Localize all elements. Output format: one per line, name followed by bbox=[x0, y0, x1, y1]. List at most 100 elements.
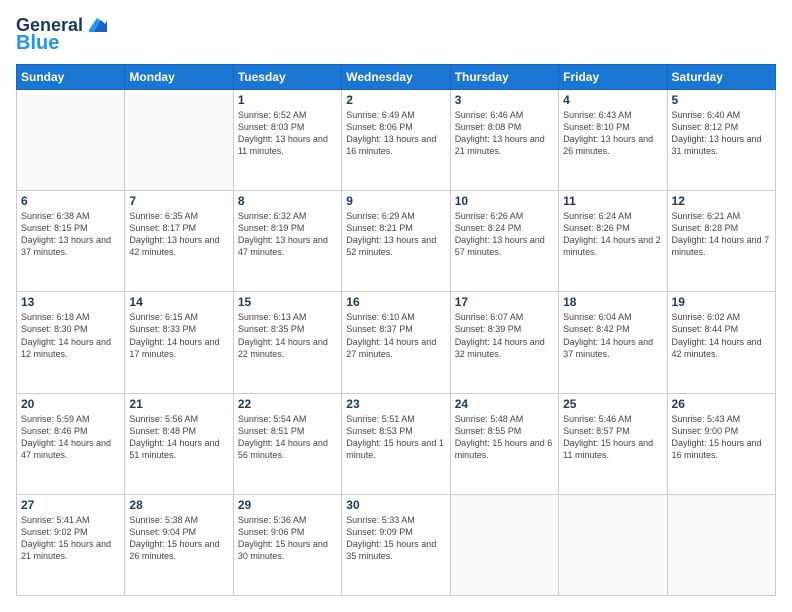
day-info: Sunrise: 5:48 AM Sunset: 8:55 PM Dayligh… bbox=[455, 413, 554, 462]
calendar-cell: 20 Sunrise: 5:59 AM Sunset: 8:46 PM Dayli… bbox=[17, 393, 125, 494]
header: General Blue bbox=[16, 16, 776, 54]
day-header-wednesday: Wednesday bbox=[342, 64, 450, 89]
day-number: 2 bbox=[346, 93, 445, 107]
day-number: 15 bbox=[238, 295, 337, 309]
day-info: Sunrise: 5:43 AM Sunset: 9:00 PM Dayligh… bbox=[672, 413, 771, 462]
day-info: Sunrise: 6:38 AM Sunset: 8:15 PM Dayligh… bbox=[21, 210, 120, 259]
day-info: Sunrise: 6:43 AM Sunset: 8:10 PM Dayligh… bbox=[563, 109, 662, 158]
day-info: Sunrise: 6:04 AM Sunset: 8:42 PM Dayligh… bbox=[563, 311, 662, 360]
day-number: 3 bbox=[455, 93, 554, 107]
calendar-cell: 23Sunrise: 5:51 AM Sunset: 8:53 PM Dayli… bbox=[342, 393, 450, 494]
day-info: Sunrise: 6:40 AM Sunset: 8:12 PM Dayligh… bbox=[672, 109, 771, 158]
calendar-cell: 9Sunrise: 6:29 AM Sunset: 8:21 PM Daylig… bbox=[342, 191, 450, 292]
calendar-cell: 10Sunrise: 6:26 AM Sunset: 8:24 PM Dayli… bbox=[450, 191, 558, 292]
day-number: 29 bbox=[238, 498, 337, 512]
calendar-cell: 2 Sunrise: 6:49 AM Sunset: 8:06 PM Daylig… bbox=[342, 89, 450, 190]
day-info: Sunrise: 6:26 AM Sunset: 8:24 PM Dayligh… bbox=[455, 210, 554, 259]
day-info: Sunrise: 6:13 AM Sunset: 8:35 PM Dayligh… bbox=[238, 311, 337, 360]
days-of-week-row: SundayMondayTuesdayWednesdayThursdayFrid… bbox=[17, 64, 776, 89]
day-number: 27 bbox=[21, 498, 120, 512]
day-number: 19 bbox=[672, 295, 771, 309]
day-header-tuesday: Tuesday bbox=[233, 64, 341, 89]
calendar-cell: 21Sunrise: 5:56 AM Sunset: 8:48 PM Dayli… bbox=[125, 393, 233, 494]
calendar-cell: 29 Sunrise: 5:36 AM Sunset: 9:06 PM Dayli… bbox=[233, 494, 341, 595]
calendar-cell bbox=[667, 494, 775, 595]
calendar-cell: 14 Sunrise: 6:15 AM Sunset: 8:33 PM Dayli… bbox=[125, 292, 233, 393]
calendar-cell: 6 Sunrise: 6:38 AM Sunset: 8:15 PM Daylig… bbox=[17, 191, 125, 292]
day-info: Sunrise: 6:10 AM Sunset: 8:37 PM Dayligh… bbox=[346, 311, 445, 360]
day-header-monday: Monday bbox=[125, 64, 233, 89]
calendar-cell bbox=[450, 494, 558, 595]
day-info: Sunrise: 5:59 AM Sunset: 8:46 PM Dayligh… bbox=[21, 413, 120, 462]
day-number: 28 bbox=[129, 498, 228, 512]
calendar-cell: 28 Sunrise: 5:38 AM Sunset: 9:04 PM Dayli… bbox=[125, 494, 233, 595]
calendar-cell: 17 Sunrise: 6:07 AM Sunset: 8:39 PM Dayli… bbox=[450, 292, 558, 393]
day-info: Sunrise: 5:54 AM Sunset: 8:51 PM Dayligh… bbox=[238, 413, 337, 462]
calendar-cell: 26 Sunrise: 5:43 AM Sunset: 9:00 PM Dayli… bbox=[667, 393, 775, 494]
day-number: 4 bbox=[563, 93, 662, 107]
day-number: 30 bbox=[346, 498, 445, 512]
day-info: Sunrise: 5:33 AM Sunset: 9:09 PM Dayligh… bbox=[346, 514, 445, 563]
day-info: Sunrise: 6:32 AM Sunset: 8:19 PM Dayligh… bbox=[238, 210, 337, 259]
day-number: 9 bbox=[346, 194, 445, 208]
day-info: Sunrise: 6:52 AM Sunset: 8:03 PM Dayligh… bbox=[238, 109, 337, 158]
day-number: 20 bbox=[21, 397, 120, 411]
calendar-cell: 8 Sunrise: 6:32 AM Sunset: 8:19 PM Daylig… bbox=[233, 191, 341, 292]
day-number: 17 bbox=[455, 295, 554, 309]
day-number: 8 bbox=[238, 194, 337, 208]
calendar-cell: 27Sunrise: 5:41 AM Sunset: 9:02 PM Dayli… bbox=[17, 494, 125, 595]
day-header-thursday: Thursday bbox=[450, 64, 558, 89]
day-info: Sunrise: 6:49 AM Sunset: 8:06 PM Dayligh… bbox=[346, 109, 445, 158]
day-info: Sunrise: 6:24 AM Sunset: 8:26 PM Dayligh… bbox=[563, 210, 662, 259]
day-info: Sunrise: 5:51 AM Sunset: 8:53 PM Dayligh… bbox=[346, 413, 445, 462]
calendar-cell: 3 Sunrise: 6:46 AM Sunset: 8:08 PM Daylig… bbox=[450, 89, 558, 190]
day-number: 5 bbox=[672, 93, 771, 107]
calendar-week-5: 27Sunrise: 5:41 AM Sunset: 9:02 PM Dayli… bbox=[17, 494, 776, 595]
day-info: Sunrise: 6:21 AM Sunset: 8:28 PM Dayligh… bbox=[672, 210, 771, 259]
calendar-cell: 24Sunrise: 5:48 AM Sunset: 8:55 PM Dayli… bbox=[450, 393, 558, 494]
day-info: Sunrise: 5:38 AM Sunset: 9:04 PM Dayligh… bbox=[129, 514, 228, 563]
calendar-cell: 12 Sunrise: 6:21 AM Sunset: 8:28 PM Dayli… bbox=[667, 191, 775, 292]
calendar-cell: 5 Sunrise: 6:40 AM Sunset: 8:12 PM Daylig… bbox=[667, 89, 775, 190]
day-info: Sunrise: 6:35 AM Sunset: 8:17 PM Dayligh… bbox=[129, 210, 228, 259]
logo: General Blue bbox=[16, 16, 107, 54]
calendar-cell: 18 Sunrise: 6:04 AM Sunset: 8:42 PM Dayli… bbox=[559, 292, 667, 393]
calendar-week-3: 13Sunrise: 6:18 AM Sunset: 8:30 PM Dayli… bbox=[17, 292, 776, 393]
page: General Blue SundayMondayTuesdayWednesda… bbox=[0, 0, 792, 612]
day-info: Sunrise: 6:46 AM Sunset: 8:08 PM Dayligh… bbox=[455, 109, 554, 158]
day-number: 6 bbox=[21, 194, 120, 208]
day-number: 11 bbox=[563, 194, 662, 208]
day-info: Sunrise: 5:36 AM Sunset: 9:06 PM Dayligh… bbox=[238, 514, 337, 563]
logo-blue: Blue bbox=[16, 32, 59, 54]
calendar-cell: 22Sunrise: 5:54 AM Sunset: 8:51 PM Dayli… bbox=[233, 393, 341, 494]
calendar-week-2: 6 Sunrise: 6:38 AM Sunset: 8:15 PM Daylig… bbox=[17, 191, 776, 292]
day-info: Sunrise: 5:46 AM Sunset: 8:57 PM Dayligh… bbox=[563, 413, 662, 462]
logo-icon bbox=[85, 16, 107, 32]
day-info: Sunrise: 6:18 AM Sunset: 8:30 PM Dayligh… bbox=[21, 311, 120, 360]
day-number: 1 bbox=[238, 93, 337, 107]
day-number: 16 bbox=[346, 295, 445, 309]
day-number: 12 bbox=[672, 194, 771, 208]
calendar-cell: 4 Sunrise: 6:43 AM Sunset: 8:10 PM Daylig… bbox=[559, 89, 667, 190]
calendar-table: SundayMondayTuesdayWednesdayThursdayFrid… bbox=[16, 64, 776, 596]
day-number: 21 bbox=[129, 397, 228, 411]
calendar-cell: 1 Sunrise: 6:52 AM Sunset: 8:03 PM Daylig… bbox=[233, 89, 341, 190]
day-info: Sunrise: 6:02 AM Sunset: 8:44 PM Dayligh… bbox=[672, 311, 771, 360]
day-info: Sunrise: 6:15 AM Sunset: 8:33 PM Dayligh… bbox=[129, 311, 228, 360]
day-header-friday: Friday bbox=[559, 64, 667, 89]
day-number: 18 bbox=[563, 295, 662, 309]
calendar-cell: 13Sunrise: 6:18 AM Sunset: 8:30 PM Dayli… bbox=[17, 292, 125, 393]
day-number: 14 bbox=[129, 295, 228, 309]
calendar-week-1: 1 Sunrise: 6:52 AM Sunset: 8:03 PM Daylig… bbox=[17, 89, 776, 190]
calendar-cell bbox=[17, 89, 125, 190]
day-header-sunday: Sunday bbox=[17, 64, 125, 89]
day-number: 26 bbox=[672, 397, 771, 411]
calendar-cell bbox=[125, 89, 233, 190]
calendar-cell: 30 Sunrise: 5:33 AM Sunset: 9:09 PM Dayli… bbox=[342, 494, 450, 595]
day-number: 25 bbox=[563, 397, 662, 411]
day-number: 7 bbox=[129, 194, 228, 208]
day-info: Sunrise: 6:07 AM Sunset: 8:39 PM Dayligh… bbox=[455, 311, 554, 360]
calendar-header: SundayMondayTuesdayWednesdayThursdayFrid… bbox=[17, 64, 776, 89]
calendar-cell: 19 Sunrise: 6:02 AM Sunset: 8:44 PM Dayli… bbox=[667, 292, 775, 393]
calendar-week-4: 20 Sunrise: 5:59 AM Sunset: 8:46 PM Dayli… bbox=[17, 393, 776, 494]
